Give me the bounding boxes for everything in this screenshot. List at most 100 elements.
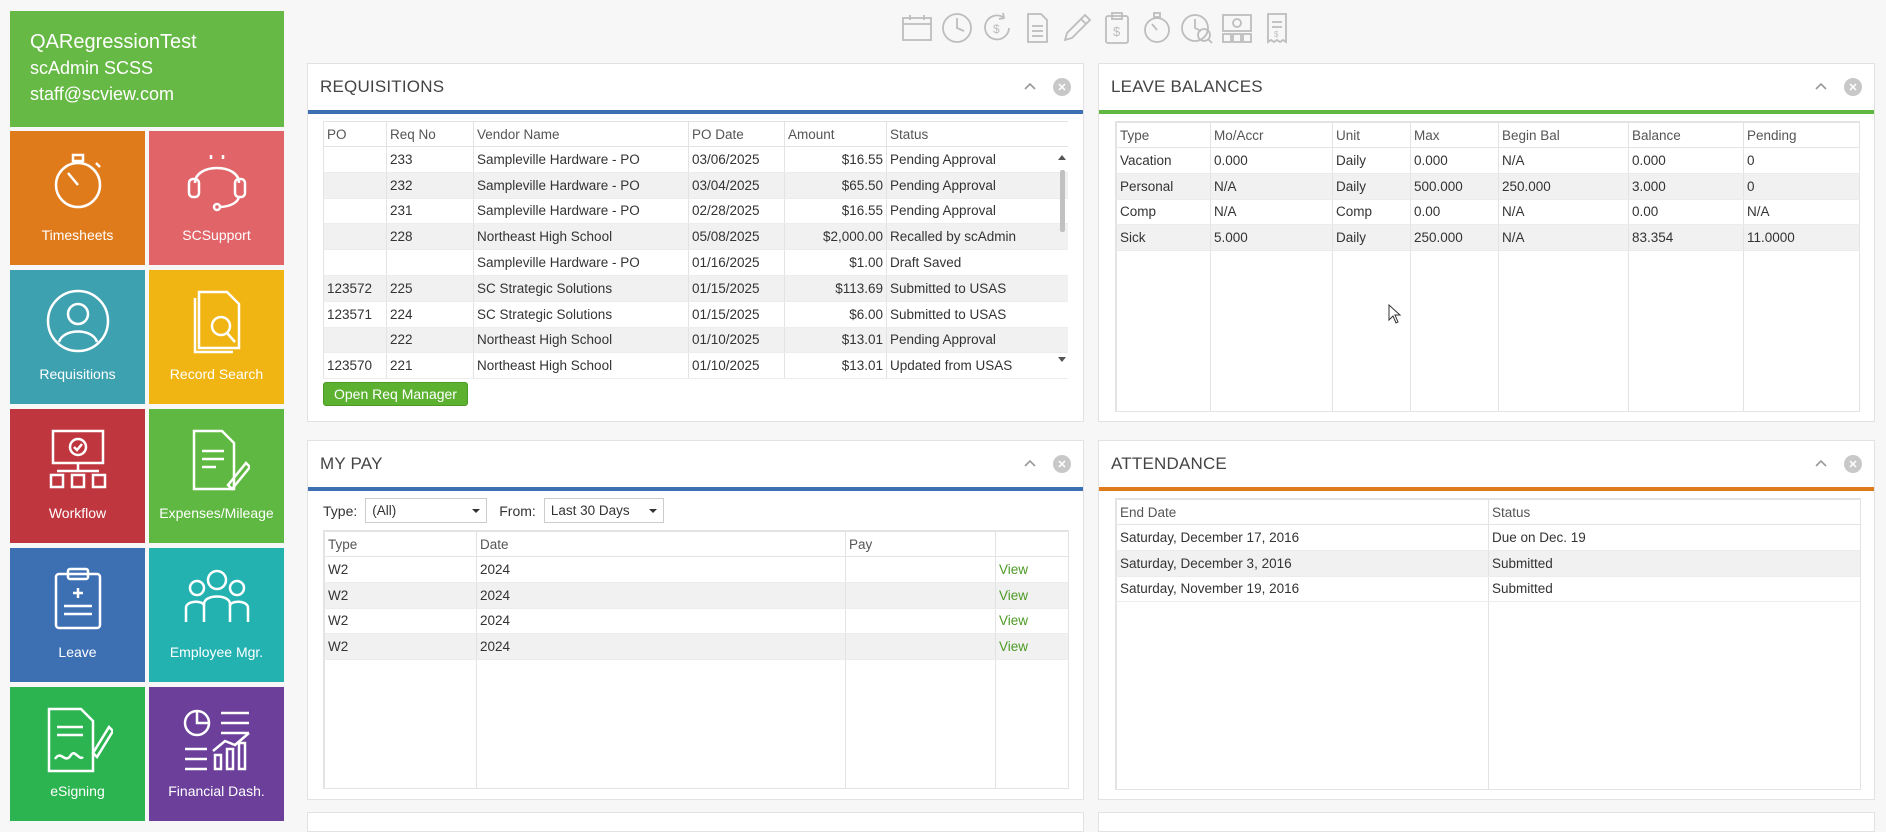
panel-title: MY PAY [320, 454, 383, 473]
receipt-icon[interactable]: $ [1259, 10, 1295, 46]
table-row[interactable]: 231 Sampleville Hardware - PO 02/28/2025 $1… [323, 198, 1068, 225]
column-header[interactable]: Balance [1628, 122, 1744, 148]
table-cell [386, 249, 474, 276]
table-row[interactable]: 222 Northeast High School 01/10/2025 $13.01… [323, 327, 1068, 354]
table-row[interactable]: Comp N/A Comp 0.00 N/A 0.00 N/A [1116, 199, 1860, 226]
type-select[interactable]: (All) [365, 498, 488, 523]
money-grid-icon[interactable] [1219, 10, 1255, 46]
table-row[interactable]: Saturday, December 17, 2016 Due on Dec. 1… [1116, 524, 1861, 551]
table-cell [323, 223, 387, 251]
column-header[interactable]: PO Date [688, 121, 785, 147]
table-row[interactable]: W2 2024 View [324, 582, 1069, 609]
table-cell: $16.55 [784, 146, 887, 173]
chevron-up-icon[interactable] [1021, 455, 1039, 473]
tile-label: Workflow [48, 505, 107, 521]
empty-filler-row [324, 659, 1069, 788]
stopwatch-icon [54, 153, 101, 209]
table-row[interactable]: 123571 224 SC Strategic Solutions 01/15/202… [323, 301, 1068, 328]
column-header[interactable]: Begin Bal [1498, 122, 1629, 148]
empty-cell [1488, 601, 1861, 789]
column-header[interactable]: Type [324, 531, 477, 557]
tile-expenses-mileage[interactable]: Expenses/Mileage [149, 409, 284, 543]
view-link[interactable]: View [999, 639, 1028, 654]
column-header[interactable]: Date [476, 531, 846, 557]
chevron-up-icon[interactable] [1812, 455, 1830, 473]
chevron-up-icon[interactable] [1812, 78, 1830, 96]
table-cell: 123572 [323, 275, 387, 302]
clock-search-icon[interactable] [1179, 10, 1215, 46]
tile-financial-dash[interactable]: Financial Dash. [149, 687, 284, 821]
column-header[interactable]: Vendor Name [473, 121, 689, 147]
clipboard-dollar-icon[interactable]: $ [1099, 10, 1135, 46]
table-cell: 250.000 [1410, 224, 1499, 252]
tile-record-search[interactable]: Record Search [149, 270, 284, 404]
close-icon[interactable]: ✕ [1844, 78, 1862, 96]
next-panel-partial [307, 812, 1084, 832]
empty-cell [1743, 250, 1860, 411]
column-header[interactable]: Amount [784, 121, 887, 147]
close-icon[interactable]: ✕ [1053, 455, 1071, 473]
column-header[interactable]: Req No [386, 121, 474, 147]
table-cell: Sampleville Hardware - PO [473, 198, 689, 225]
column-header[interactable]: Status [1488, 499, 1861, 525]
workflow-icon [49, 429, 106, 489]
open-req-manager-button[interactable]: Open Req Manager [323, 382, 468, 406]
column-header[interactable]: Mo/Accr [1210, 122, 1333, 148]
tile-workflow[interactable]: Workflow [10, 409, 145, 543]
panel-accent-bar [1099, 110, 1874, 114]
document-icon[interactable] [1019, 10, 1055, 46]
table-row[interactable]: Sampleville Hardware - PO 01/16/2025 $1.00… [323, 249, 1068, 276]
view-link[interactable]: View [999, 588, 1028, 603]
empty-cell [1498, 250, 1629, 411]
my-pay-panel: MY PAY ✕ Type: (All) From: Last 30 Days … [307, 440, 1084, 800]
table-row[interactable]: Vacation 0.000 Daily 0.000 N/A 0.000 0 [1116, 147, 1860, 174]
tile-scsupport[interactable]: SCSupport [149, 131, 284, 265]
close-icon[interactable]: ✕ [1844, 455, 1862, 473]
column-header[interactable]: Max [1410, 122, 1499, 148]
clock-icon[interactable] [939, 10, 975, 46]
table-cell: View [995, 556, 1069, 583]
table-cell: W2 [324, 582, 477, 609]
table-cell: 0 [1743, 173, 1860, 200]
attendance-grid: End Date Status Saturday, December 17, 2… [1115, 498, 1861, 790]
table-row[interactable]: W2 2024 View [324, 556, 1069, 583]
table-row[interactable]: 228 Northeast High School 05/08/2025 $2,000… [323, 223, 1068, 251]
table-row[interactable]: Saturday, November 19, 2016 Submitted [1116, 576, 1861, 603]
from-select[interactable]: Last 30 Days [543, 498, 664, 523]
view-link[interactable]: View [999, 613, 1028, 628]
chevron-up-icon[interactable] [1021, 78, 1039, 96]
refresh-dollar-icon[interactable]: $ [979, 10, 1015, 46]
column-header[interactable]: Pay [845, 531, 996, 557]
tile-timesheets[interactable]: Timesheets [10, 131, 145, 265]
table-row[interactable]: Sick 5.000 Daily 250.000 N/A 83.354 11.0000 [1116, 224, 1860, 252]
stopwatch-icon[interactable] [1139, 10, 1175, 46]
column-header[interactable]: End Date [1116, 499, 1489, 525]
panel-title: REQUISITIONS [320, 77, 445, 96]
tile-requisitions[interactable]: Requisitions [10, 270, 145, 404]
column-header[interactable]: PO [323, 121, 387, 147]
requisitions-scrollbar[interactable] [1056, 152, 1068, 367]
tile-employee-mgr[interactable]: Employee Mgr. [149, 548, 284, 682]
calendar-icon[interactable] [899, 10, 935, 46]
column-header[interactable]: Type [1116, 122, 1211, 148]
table-cell: Submitted to USAS [886, 301, 1068, 328]
table-cell [845, 608, 996, 635]
view-link[interactable]: View [999, 562, 1028, 577]
close-icon[interactable]: ✕ [1053, 78, 1071, 96]
tile-esigning[interactable]: eSigning [10, 687, 145, 821]
table-row[interactable]: 232 Sampleville Hardware - PO 03/04/2025 $6… [323, 172, 1068, 199]
table-row[interactable]: Saturday, December 3, 2016 Submitted [1116, 550, 1861, 577]
column-header[interactable]: Pending [1743, 122, 1860, 148]
column-header[interactable]: Status [886, 121, 1068, 147]
column-header[interactable]: Unit [1332, 122, 1411, 148]
pencil-icon[interactable] [1059, 10, 1095, 46]
table-row[interactable]: 123570 221 Northeast High School 01/10/2025… [323, 352, 1068, 380]
table-cell: Northeast High School [473, 352, 689, 380]
table-row[interactable]: 123572 225 SC Strategic Solutions 01/15/202… [323, 275, 1068, 302]
table-row[interactable]: Personal N/A Daily 500.000 250.000 3.000 0 [1116, 173, 1860, 200]
table-row[interactable]: 233 Sampleville Hardware - PO 03/06/2025 $1… [323, 146, 1068, 173]
financial-chart-icon [183, 709, 250, 771]
tile-leave[interactable]: Leave [10, 548, 145, 682]
table-row[interactable]: W2 2024 View [324, 608, 1069, 635]
table-row[interactable]: W2 2024 View [324, 633, 1069, 661]
